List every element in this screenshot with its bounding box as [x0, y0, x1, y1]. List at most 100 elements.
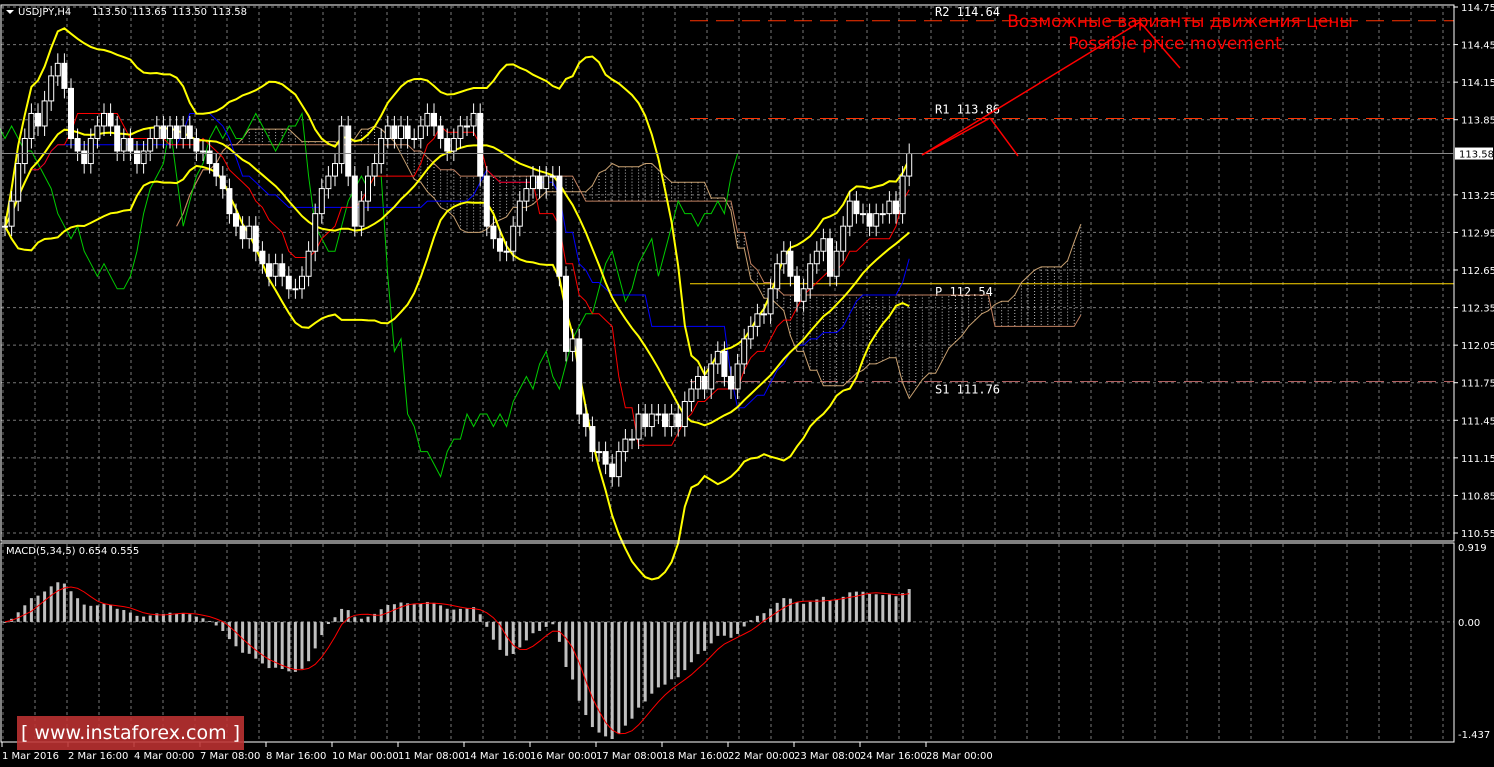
macd-bar — [406, 603, 410, 622]
macd-bar — [894, 596, 898, 622]
macd-bar — [901, 593, 905, 622]
candle-body — [186, 125, 193, 139]
candle-body — [549, 175, 556, 178]
candle-body — [794, 275, 800, 302]
candle-body — [318, 188, 325, 215]
bollinger-middle — [4, 126, 910, 427]
candle-body — [569, 338, 576, 352]
macd-bar — [808, 601, 812, 622]
candle-body — [200, 150, 206, 153]
candle-body — [893, 200, 899, 215]
macd-bar — [835, 599, 839, 622]
price-tick-label: 113.85 — [1461, 116, 1494, 127]
candle-body — [180, 125, 187, 139]
arrow-r1-head — [989, 117, 1019, 157]
macd-tick-label: 0.919 — [1458, 543, 1487, 554]
candle-body — [622, 438, 629, 453]
macd-bar — [689, 621, 693, 663]
macd-bar — [617, 621, 621, 734]
arrow-r1-line — [921, 117, 991, 156]
macd-bar — [788, 598, 792, 622]
candle-body — [431, 112, 437, 127]
macd-bar — [293, 621, 297, 672]
time-tick-label: 28 Mar 00:00 — [926, 751, 993, 762]
candle-body — [503, 250, 510, 253]
price-chart[interactable]: R2 114.64 R1 113.86 P 112.54 S1 111.76 114.… — [0, 0, 1494, 767]
candle-body — [74, 138, 81, 152]
macd-bar — [43, 591, 47, 622]
macd-bar — [307, 621, 311, 662]
macd-bar — [782, 598, 786, 622]
candle-body — [107, 112, 114, 127]
dropdown-triangle-icon[interactable] — [6, 10, 14, 14]
candle-body — [411, 138, 418, 140]
candle-body — [21, 138, 28, 165]
macd-bar — [175, 613, 179, 622]
candle-body — [807, 263, 814, 290]
candle-body — [398, 125, 404, 139]
candle-body — [721, 350, 728, 377]
macd-bar — [439, 605, 443, 622]
macd-bar — [280, 621, 284, 670]
candle-body — [68, 87, 74, 139]
macd-bar — [49, 586, 53, 622]
annotation-ru: Возможные варианты движения цены — [1007, 12, 1353, 32]
candle-body — [259, 250, 266, 265]
macd-bar — [95, 605, 99, 622]
macd-bar — [122, 610, 126, 622]
ohlc-high: 113.65 — [132, 7, 167, 18]
candle-body — [754, 313, 761, 327]
macd-tick-label: 0.00 — [1458, 618, 1480, 629]
candle-body — [582, 413, 589, 428]
macd-bar — [874, 594, 878, 622]
macd-bar — [584, 621, 588, 716]
macd-bar — [36, 595, 40, 622]
macd-bar — [69, 591, 73, 622]
candle-body — [371, 163, 378, 177]
macd-bar — [472, 607, 476, 622]
macd-bar — [194, 616, 198, 622]
candle-body — [833, 250, 840, 277]
macd-bar — [359, 618, 363, 622]
macd-bar — [491, 621, 495, 640]
macd-bar — [128, 612, 132, 622]
macd-bar — [254, 621, 258, 659]
macd-bar — [604, 621, 608, 737]
macd-bar — [56, 582, 60, 622]
macd-bar — [247, 621, 251, 654]
macd-bar — [227, 621, 231, 640]
candle-body — [767, 288, 774, 315]
candle-body — [576, 338, 583, 415]
macd-bar — [181, 612, 185, 622]
macd-bar — [656, 621, 660, 688]
macd-bar — [505, 621, 509, 656]
macd-bar — [76, 598, 80, 622]
time-tick-label: 1 Mar 2016 — [2, 751, 59, 762]
ohlc-close: 113.58 — [212, 7, 247, 18]
candle-body — [325, 175, 332, 190]
candle-body — [332, 163, 338, 177]
macd-bar — [676, 621, 680, 678]
instaforex-watermark[interactable]: [ www.instaforex.com ] — [17, 716, 244, 750]
macd-signal-line — [4, 586, 910, 735]
candle-body — [629, 438, 635, 441]
macd-bar — [643, 621, 647, 702]
macd-bar — [287, 621, 291, 672]
candle-body — [873, 213, 880, 227]
candle-body — [774, 263, 781, 290]
macd-bar — [551, 621, 555, 625]
candle-body — [437, 125, 444, 139]
candle-body — [246, 225, 253, 240]
macd-bar — [320, 621, 324, 636]
macd-bar — [630, 621, 634, 719]
candle-body — [635, 413, 642, 440]
candle-body — [226, 188, 233, 215]
candle-body — [114, 125, 121, 152]
macd-bar — [637, 621, 641, 708]
candle-body — [728, 375, 734, 390]
candle-body — [233, 213, 239, 227]
candle-body — [365, 175, 371, 202]
candle-body — [741, 338, 748, 365]
macd-bar — [465, 608, 469, 622]
macd-bar — [267, 621, 271, 669]
